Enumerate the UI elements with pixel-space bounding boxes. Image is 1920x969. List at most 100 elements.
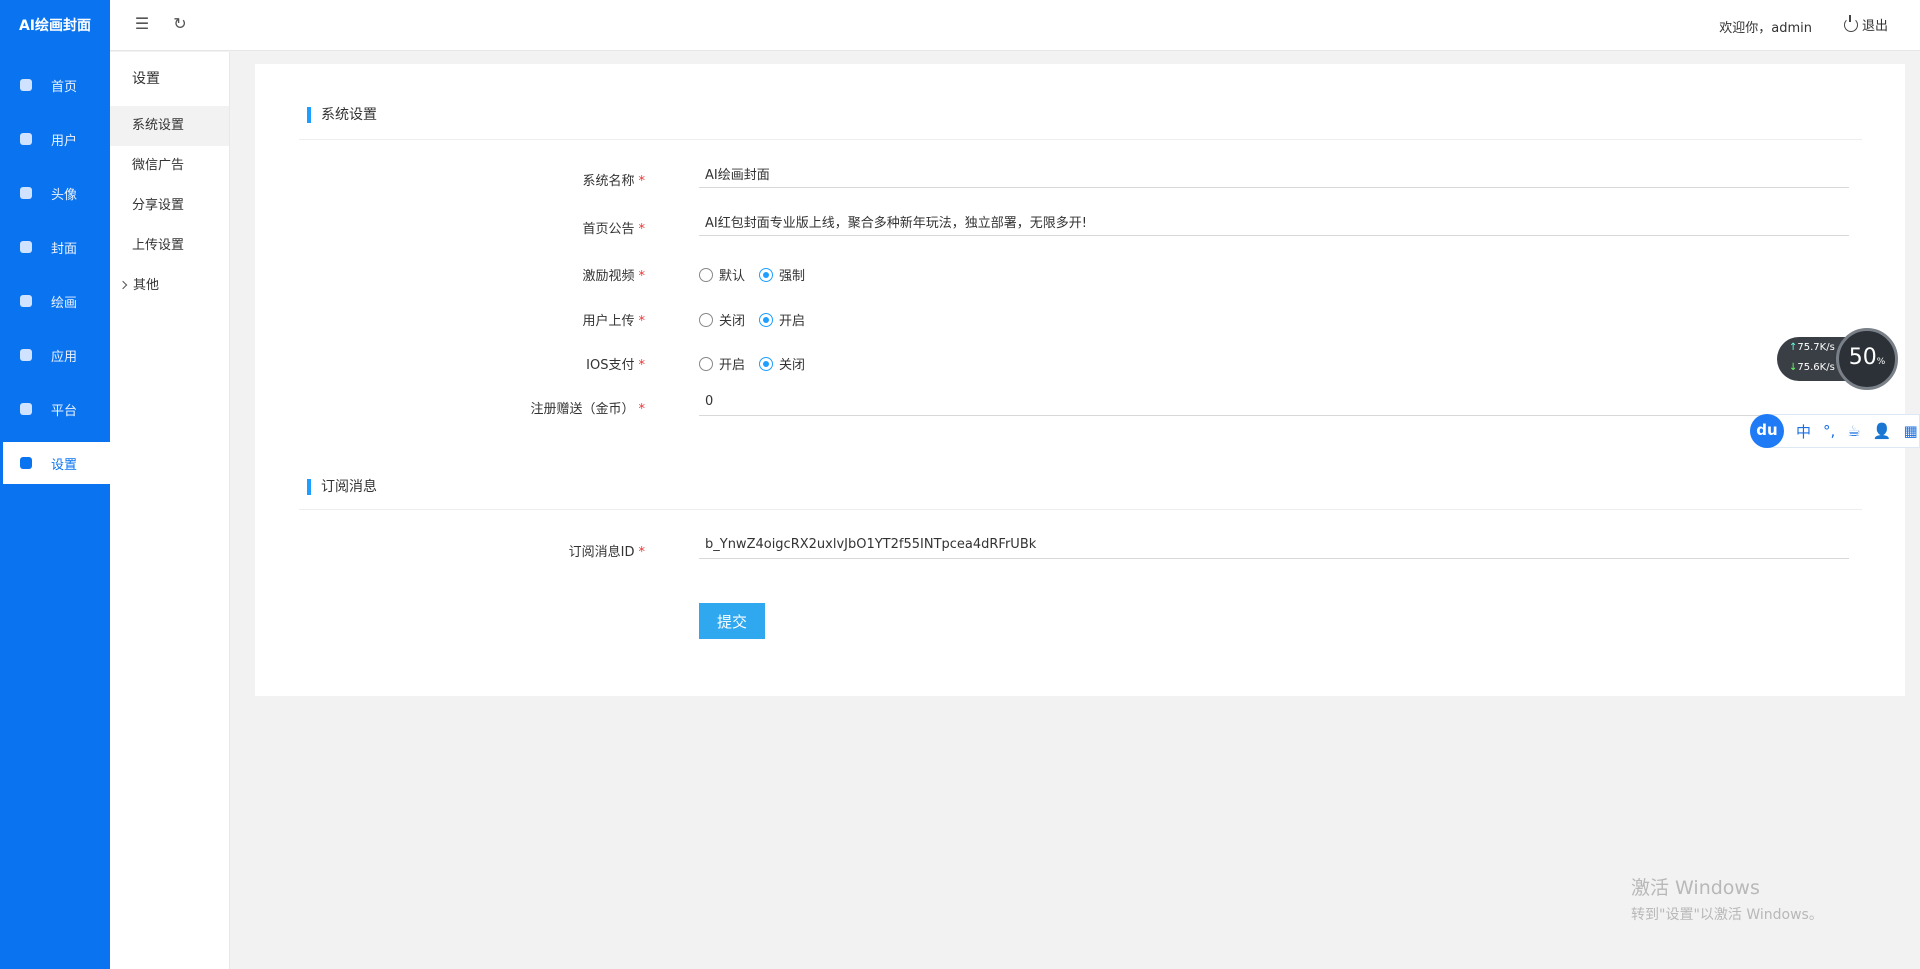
section-divider bbox=[299, 139, 1862, 140]
secondary-sidebar: 设置 系统设置 微信广告 分享设置 上传设置 其他 bbox=[110, 52, 230, 969]
user-upload-radio-group: 关闭 开启 bbox=[699, 310, 819, 329]
system-name-input[interactable] bbox=[699, 160, 1849, 188]
rate-unit: K/s bbox=[1819, 362, 1835, 373]
label-text: 系统名称 bbox=[582, 174, 635, 189]
subnav-title: 设置 bbox=[132, 71, 160, 87]
label-text: 激励视频 bbox=[582, 269, 635, 284]
radio-label: 开启 bbox=[779, 314, 806, 329]
submit-button[interactable]: 提交 bbox=[699, 603, 765, 639]
power-icon bbox=[1843, 14, 1858, 32]
label-text: 首页公告 bbox=[582, 222, 635, 237]
rate-unit: K/s bbox=[1819, 342, 1835, 353]
radio-dot bbox=[699, 356, 713, 371]
baidu-ime-logo[interactable]: du bbox=[1750, 414, 1784, 448]
refresh-icon[interactable]: ↻ bbox=[170, 14, 190, 34]
label-text: 订阅消息ID bbox=[568, 545, 635, 560]
required-mark: * bbox=[638, 314, 646, 329]
radio-upload-off[interactable]: 关闭 bbox=[699, 310, 745, 329]
settings-icon bbox=[20, 457, 32, 469]
subnav-item-other[interactable]: 其他 bbox=[110, 266, 229, 306]
radio-reward-force[interactable]: 强制 bbox=[759, 265, 805, 284]
ime-punct-toggle[interactable]: °, bbox=[1823, 422, 1835, 440]
nav-item-platform[interactable]: 平台 bbox=[0, 388, 110, 430]
label-text: 注册赠送（金币） bbox=[530, 402, 635, 417]
radio-upload-on[interactable]: 开启 bbox=[759, 310, 805, 329]
nav-label: 封面 bbox=[51, 241, 78, 257]
logout-label: 退出 bbox=[1861, 19, 1888, 34]
subscribe-id-input[interactable] bbox=[699, 531, 1849, 559]
required-mark: * bbox=[638, 545, 646, 560]
platform-icon bbox=[20, 403, 32, 415]
radio-ios-off[interactable]: 关闭 bbox=[759, 354, 805, 373]
cover-icon bbox=[20, 241, 32, 253]
radio-label: 默认 bbox=[719, 269, 746, 284]
upload-rate-value: 75.7 bbox=[1797, 342, 1820, 353]
nav-item-drawing[interactable]: 绘画 bbox=[0, 280, 110, 322]
radio-label: 关闭 bbox=[779, 358, 806, 373]
activation-subtitle: 转到"设置"以激活 Windows。 bbox=[1631, 907, 1823, 923]
grid-menu-icon[interactable]: ▦ bbox=[1903, 422, 1917, 440]
nav-label: 首页 bbox=[51, 79, 78, 95]
radio-reward-default[interactable]: 默认 bbox=[699, 265, 745, 284]
required-mark: * bbox=[638, 269, 646, 284]
nav-item-cover[interactable]: 封面 bbox=[0, 226, 110, 268]
label-ios-pay: IOS支付 * bbox=[586, 354, 645, 373]
nav-label: 设置 bbox=[51, 457, 78, 473]
image-icon bbox=[20, 295, 32, 307]
nav-label: 绘画 bbox=[51, 295, 78, 311]
logout-button[interactable]: 退出 bbox=[1843, 14, 1888, 34]
memory-gauge[interactable]: 50% bbox=[1836, 328, 1898, 390]
ios-pay-radio-group: 开启 关闭 bbox=[699, 354, 819, 373]
radio-ios-on[interactable]: 开启 bbox=[699, 354, 745, 373]
user-icon[interactable]: 👤 bbox=[1873, 422, 1892, 440]
windows-activation-watermark: 激活 Windows 转到"设置"以激活 Windows。 bbox=[1631, 873, 1823, 924]
radio-label: 开启 bbox=[719, 358, 746, 373]
collapse-menu-icon[interactable]: ☰ bbox=[132, 14, 152, 34]
label-reward-video: 激励视频 * bbox=[582, 265, 645, 284]
register-gift-input[interactable] bbox=[699, 388, 1849, 416]
nav-item-apps[interactable]: 应用 bbox=[0, 334, 110, 376]
settings-form-card: 系统设置 系统名称* 首页公告* 激励视频* 默认 强制 用户上传* 关闭 开启… bbox=[255, 64, 1905, 696]
notice-input[interactable] bbox=[699, 208, 1849, 236]
required-mark: * bbox=[638, 402, 646, 417]
label-notice: 首页公告 * bbox=[582, 218, 645, 237]
download-rate: ↓75.6K/s bbox=[1789, 362, 1835, 373]
label-register-gift: 注册赠送（金币） * bbox=[530, 398, 645, 417]
nav-item-avatar[interactable]: 头像 bbox=[0, 172, 110, 214]
radio-dot bbox=[759, 267, 774, 282]
skin-icon[interactable]: ☕ bbox=[1847, 422, 1860, 440]
subnav-item-upload[interactable]: 上传设置 bbox=[110, 226, 229, 266]
required-mark: * bbox=[638, 358, 646, 373]
subnav-item-share[interactable]: 分享设置 bbox=[110, 186, 229, 226]
app-icon bbox=[20, 349, 32, 361]
download-rate-value: 75.6 bbox=[1797, 362, 1820, 373]
radio-dot bbox=[759, 356, 774, 371]
diamond-icon bbox=[20, 133, 32, 145]
label-subscribe-id: 订阅消息ID * bbox=[569, 541, 645, 560]
section-divider bbox=[299, 509, 1862, 510]
ime-lang-toggle[interactable]: 中 bbox=[1796, 421, 1811, 442]
welcome-text: 欢迎你，admin bbox=[1719, 21, 1812, 36]
reward-video-radio-group: 默认 强制 bbox=[699, 265, 819, 284]
activation-title: 激活 Windows bbox=[1631, 877, 1760, 899]
radio-label: 关闭 bbox=[719, 314, 746, 329]
brand-logo[interactable]: AI绘画封面 bbox=[0, 0, 110, 52]
home-icon bbox=[20, 79, 32, 91]
primary-sidebar: AI绘画封面 首页 用户 头像 封面 绘画 应用 平台 设置 bbox=[0, 0, 110, 969]
gauge-unit: % bbox=[1876, 357, 1886, 367]
radio-dot bbox=[699, 267, 713, 282]
nav-label: 用户 bbox=[51, 133, 78, 149]
ime-toolbar[interactable]: du 中 °, ☕ 👤 ▦ bbox=[1750, 414, 1920, 448]
subnav-item-wechat-ads[interactable]: 微信广告 bbox=[110, 146, 229, 186]
nav-item-settings[interactable]: 设置 bbox=[3, 442, 110, 484]
radio-label: 强制 bbox=[779, 269, 806, 284]
nav-item-home[interactable]: 首页 bbox=[0, 64, 110, 106]
required-mark: * bbox=[638, 174, 646, 189]
subnav-item-label: 其他 bbox=[133, 278, 160, 293]
subnav-item-system[interactable]: 系统设置 bbox=[110, 106, 229, 146]
upload-rate: ↑75.7K/s bbox=[1789, 342, 1835, 353]
chevron-right-icon bbox=[118, 280, 128, 290]
label-user-upload: 用户上传 * bbox=[582, 310, 645, 329]
nav-item-users[interactable]: 用户 bbox=[0, 118, 110, 160]
radio-dot bbox=[759, 312, 774, 327]
